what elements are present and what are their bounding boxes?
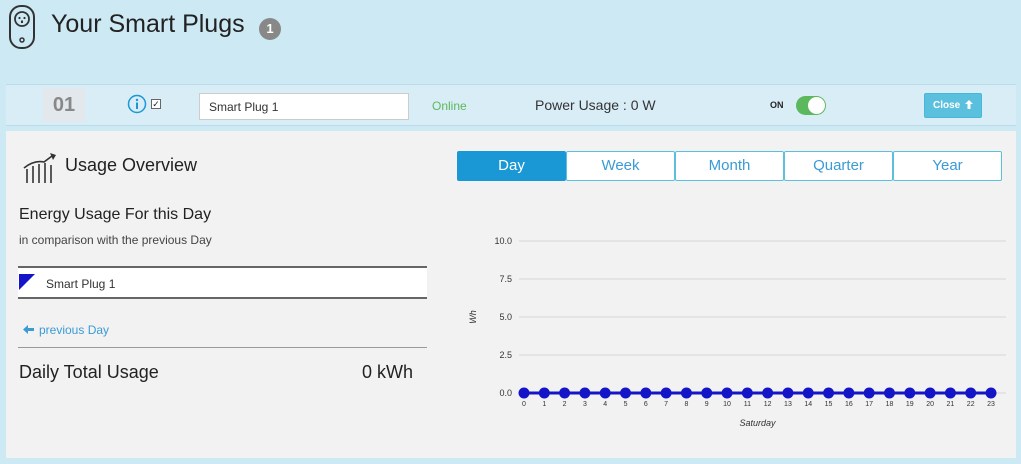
y-axis-label: Wh (468, 310, 478, 324)
data-point (904, 387, 916, 399)
usage-panel: Usage Overview Energy Usage For this Day… (6, 131, 1016, 458)
tab-month[interactable]: Month (675, 151, 784, 181)
x-tick-label: 19 (906, 401, 914, 408)
page-header: Your Smart Plugs 1 (0, 0, 1021, 62)
y-tick-label: 10.0 (494, 236, 512, 246)
energy-heading: Energy Usage For this Day (19, 206, 212, 223)
power-state-label: ON (770, 100, 784, 110)
x-tick-label: 5 (624, 401, 628, 408)
tab-quarter[interactable]: Quarter (784, 151, 893, 181)
daily-total-label: Daily Total Usage (19, 362, 159, 382)
tab-year[interactable]: Year (893, 151, 1002, 181)
y-tick-label: 2.5 (499, 350, 512, 360)
plug-count-badge: 1 (259, 18, 281, 40)
x-tick-label: 8 (684, 401, 688, 408)
previous-day-label: previous Day (39, 323, 110, 337)
x-tick-label: 13 (784, 401, 792, 408)
tab-day[interactable]: Day (457, 151, 566, 181)
x-tick-label: 21 (946, 401, 954, 408)
plug-row: 01 ✓ Online Power Usage : 0 W ON Close (6, 84, 1016, 126)
data-point (823, 387, 835, 399)
status-text: Online (432, 99, 467, 113)
x-tick-label: 14 (804, 401, 812, 408)
data-point (863, 387, 875, 399)
data-point (762, 387, 774, 399)
data-point (518, 387, 530, 399)
y-tick-label: 0.0 (499, 388, 512, 398)
period-tabs: Day Week Month Quarter Year (457, 151, 1002, 181)
data-point (965, 387, 977, 399)
x-tick-label: 1 (542, 401, 546, 408)
legend-label: Smart Plug 1 (46, 277, 116, 291)
x-tick-label: 11 (744, 401, 751, 408)
x-tick-label: 15 (825, 401, 833, 408)
tab-week[interactable]: Week (566, 151, 675, 181)
x-tick-label: 9 (705, 401, 709, 408)
data-point (924, 387, 936, 399)
x-axis-label: Saturday (739, 418, 776, 428)
data-point (843, 387, 855, 399)
data-point (701, 387, 713, 399)
series-legend: Smart Plug 1 (18, 266, 427, 299)
data-point (620, 387, 632, 399)
close-button-label: Close (932, 100, 961, 111)
x-tick-label: 17 (865, 401, 873, 408)
series-color-swatch (19, 274, 35, 290)
previous-day-link[interactable]: previous Day (23, 323, 109, 337)
arrow-left-icon (23, 325, 34, 334)
x-tick-label: 12 (764, 401, 772, 408)
plug-number: 01 (43, 88, 85, 122)
data-point (660, 387, 672, 399)
data-point (559, 387, 571, 399)
data-point (680, 387, 692, 399)
power-usage-text: Power Usage : 0 W (535, 97, 656, 113)
data-point (741, 387, 753, 399)
x-tick-label: 0 (522, 401, 526, 408)
data-point (883, 387, 895, 399)
power-toggle[interactable] (796, 96, 826, 115)
x-tick-label: 16 (845, 401, 853, 408)
x-tick-label: 20 (926, 401, 934, 408)
usage-meter-icon (23, 153, 56, 183)
info-icon[interactable] (127, 94, 147, 114)
daily-total-value: 0 kWh (362, 362, 414, 382)
x-tick-label: 18 (886, 401, 894, 408)
data-point (985, 387, 997, 399)
data-point (721, 387, 733, 399)
x-tick-label: 10 (723, 401, 731, 408)
smart-plug-icon (9, 5, 35, 49)
y-tick-label: 7.5 (499, 274, 512, 284)
data-point (944, 387, 956, 399)
x-tick-label: 3 (583, 401, 587, 408)
y-tick-label: 5.0 (499, 312, 512, 322)
select-checkbox[interactable]: ✓ (151, 99, 161, 109)
x-tick-label: 23 (987, 401, 995, 408)
data-point (782, 387, 794, 399)
page-title: Your Smart Plugs (51, 10, 245, 38)
arrow-up-icon (965, 100, 973, 109)
data-point (538, 387, 550, 399)
data-point (599, 387, 611, 399)
usage-chart: 10.07.55.02.50.0Wh0 1 2 3 4 5 6 7 8 9 10 11 12 13 14 15… (468, 236, 1006, 428)
divider (18, 347, 427, 348)
data-point (640, 387, 652, 399)
data-point (579, 387, 591, 399)
energy-subheading: in comparison with the previous Day (19, 233, 212, 247)
x-tick-label: 7 (664, 401, 668, 408)
x-tick-label: 4 (603, 401, 607, 408)
plug-name-input[interactable] (199, 93, 409, 120)
toggle-knob (808, 97, 825, 114)
data-point (802, 387, 814, 399)
usage-overview-title: Usage Overview (65, 155, 198, 175)
x-tick-label: 6 (644, 401, 648, 408)
close-button[interactable]: Close (924, 93, 982, 118)
x-tick-label: 22 (967, 401, 975, 408)
x-tick-label: 2 (563, 401, 567, 408)
